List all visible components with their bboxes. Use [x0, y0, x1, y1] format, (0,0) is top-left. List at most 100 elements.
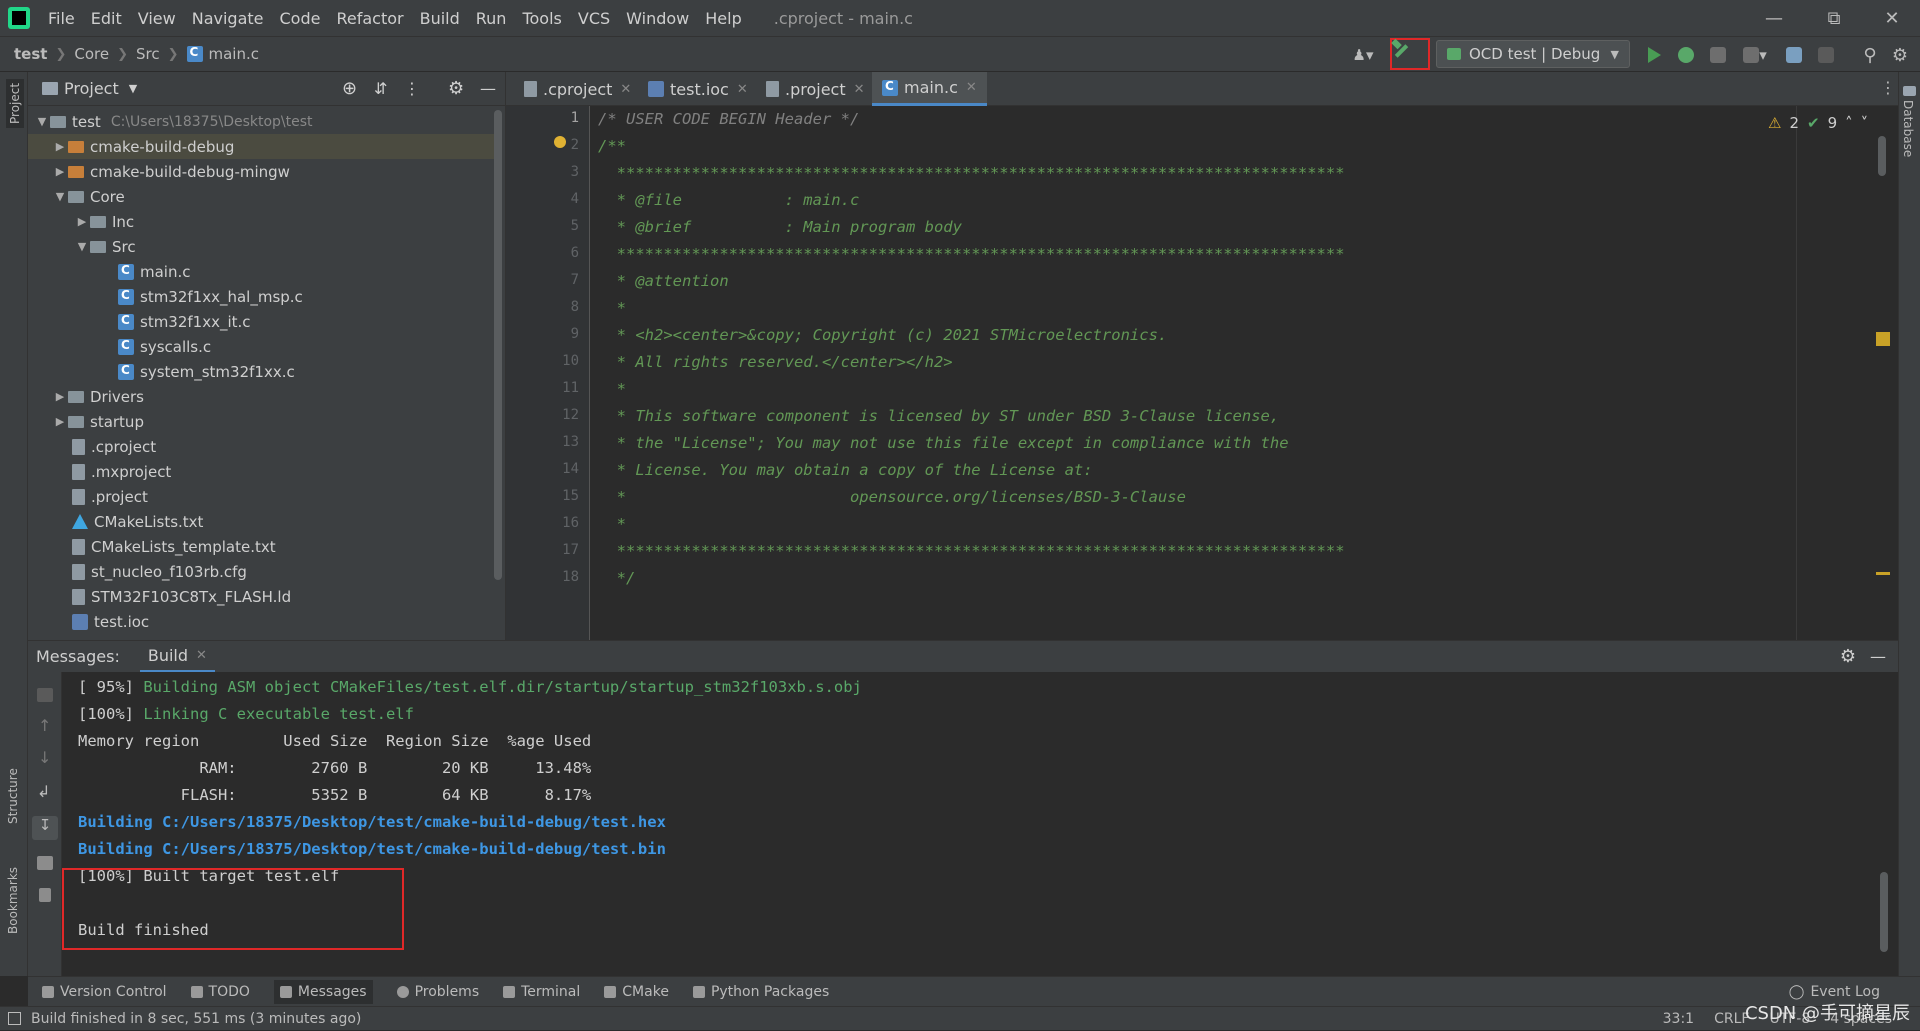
trash-icon[interactable]: [39, 888, 51, 902]
close-icon[interactable]: ✕: [620, 82, 631, 97]
chevron-right-icon[interactable]: ▶: [52, 165, 68, 178]
print-icon[interactable]: [37, 856, 53, 870]
menu-file[interactable]: File: [40, 9, 83, 28]
debug-button[interactable]: [1674, 42, 1698, 68]
tree-item-project[interactable]: .project: [28, 484, 498, 509]
build-button[interactable]: [1390, 38, 1430, 70]
menu-tools[interactable]: Tools: [514, 9, 569, 28]
panel-toggle-icon[interactable]: [8, 1012, 21, 1025]
tab-cproject[interactable]: .cproject ✕: [514, 72, 641, 106]
tree-item-drivers[interactable]: ▶ Drivers: [28, 384, 498, 409]
tree-item-cmakelists-template[interactable]: CMakeLists_template.txt: [28, 534, 498, 559]
lightbulb-icon[interactable]: [554, 136, 566, 148]
menu-vcs[interactable]: VCS: [570, 9, 618, 28]
console-scrollbar[interactable]: [1880, 872, 1888, 952]
tree-item-test-ioc[interactable]: test.ioc: [28, 609, 498, 634]
attach-button[interactable]: [1782, 42, 1806, 68]
tree-item-startup[interactable]: ▶ startup: [28, 409, 498, 434]
collapse-all-icon[interactable]: ⋮: [404, 79, 420, 98]
expand-all-icon[interactable]: ⇵: [374, 79, 387, 98]
project-scrollbar[interactable]: [494, 110, 502, 580]
settings-button[interactable]: ⚙: [1888, 42, 1912, 68]
arrow-up-icon[interactable]: ↑: [38, 716, 51, 735]
editor-scrollbar[interactable]: [1878, 136, 1886, 176]
tool-python-packages[interactable]: Python Packages: [692, 984, 829, 1000]
menu-build[interactable]: Build: [412, 9, 468, 28]
tool-problems[interactable]: Problems: [396, 984, 479, 1000]
tree-item-hal-msp[interactable]: stm32f1xx_hal_msp.c: [28, 284, 498, 309]
menu-code[interactable]: Code: [272, 9, 329, 28]
project-panel-title[interactable]: Project: [64, 79, 119, 98]
database-tool-tab[interactable]: Database: [1901, 100, 1915, 157]
chevron-down-icon[interactable]: ˅: [1861, 114, 1869, 132]
soft-wrap-icon[interactable]: ↲: [37, 782, 50, 801]
tree-item-mxproject[interactable]: .mxproject: [28, 459, 498, 484]
warning-marker[interactable]: [1876, 572, 1890, 575]
menu-window[interactable]: Window: [618, 9, 697, 28]
project-tool-tab[interactable]: Project: [6, 78, 24, 128]
breadcrumb-test[interactable]: test: [14, 45, 47, 63]
warning-marker[interactable]: [1876, 332, 1890, 346]
scroll-to-end-icon[interactable]: ↧: [32, 816, 58, 840]
tab-test-ioc[interactable]: test.ioc ✕: [638, 72, 758, 106]
build-console[interactable]: [ 95%] Building ASM object CMakeFiles/te…: [62, 672, 1888, 976]
menu-edit[interactable]: Edit: [83, 9, 130, 28]
tree-item-main-c[interactable]: main.c: [28, 259, 498, 284]
tree-item-core[interactable]: ▼ Core: [28, 184, 498, 209]
tab-project[interactable]: .project ✕: [756, 72, 875, 106]
user-icon[interactable]: ♟▾: [1346, 42, 1380, 68]
menu-run[interactable]: Run: [468, 9, 515, 28]
gear-icon[interactable]: ⚙: [1840, 646, 1856, 667]
menu-help[interactable]: Help: [697, 9, 749, 28]
status-message[interactable]: Build finished in 8 sec, 551 ms (3 minut…: [31, 1011, 361, 1027]
event-log-button[interactable]: ◯ Event Log: [1789, 984, 1880, 1000]
tool-messages[interactable]: Messages: [273, 979, 373, 1004]
arrow-down-icon[interactable]: ↓: [38, 748, 51, 767]
search-button[interactable]: ⚲: [1858, 42, 1882, 68]
coverage-button[interactable]: [1706, 42, 1730, 68]
tree-item-system-stm32[interactable]: system_stm32f1xx.c: [28, 359, 498, 384]
chevron-down-icon[interactable]: ▼: [129, 82, 137, 95]
menu-view[interactable]: View: [130, 9, 184, 28]
minimize-icon[interactable]: —: [1746, 0, 1802, 36]
close-icon[interactable]: ✕: [1864, 0, 1920, 36]
menu-navigate[interactable]: Navigate: [184, 9, 272, 28]
tree-item-cmake-build-debug[interactable]: ▶ cmake-build-debug: [28, 134, 498, 159]
tool-todo[interactable]: TODO: [190, 984, 250, 1000]
tab-main-c[interactable]: main.c ✕: [872, 72, 987, 106]
more-tabs-icon[interactable]: ⋮: [1880, 78, 1896, 97]
gear-icon[interactable]: ⚙: [448, 78, 464, 99]
hide-icon[interactable]: —: [480, 79, 496, 98]
chevron-up-icon[interactable]: ˄: [1845, 114, 1853, 132]
chevron-down-icon[interactable]: ▼: [74, 240, 90, 253]
breadcrumb-core[interactable]: Core: [74, 45, 109, 63]
tree-item-cmake-build-debug-mingw[interactable]: ▶ cmake-build-debug-mingw: [28, 159, 498, 184]
bookmarks-tool-tab[interactable]: Bookmarks: [6, 867, 20, 934]
hide-icon[interactable]: —: [1870, 647, 1886, 666]
chevron-right-icon[interactable]: ▶: [52, 415, 68, 428]
chevron-right-icon[interactable]: ▶: [52, 140, 68, 153]
close-icon[interactable]: ✕: [966, 80, 977, 95]
menu-refactor[interactable]: Refactor: [328, 9, 411, 28]
restore-icon[interactable]: ⧉: [1806, 0, 1862, 36]
tree-item-syscalls[interactable]: syscalls.c: [28, 334, 498, 359]
caret-position[interactable]: 33:1: [1663, 1011, 1694, 1027]
tree-item-nucleo-cfg[interactable]: st_nucleo_f103rb.cfg: [28, 559, 498, 584]
stop-button[interactable]: [1814, 42, 1838, 68]
breadcrumb-main-c[interactable]: main.c: [209, 45, 260, 63]
code-editor[interactable]: 1 2 3 4 5 6 7 8 9 10 11 12 13 14 15 16 1…: [506, 106, 1900, 640]
tab-build[interactable]: Build ✕: [139, 641, 215, 673]
locate-icon[interactable]: ⊕: [342, 78, 357, 99]
tree-item-inc[interactable]: ▶ Inc: [28, 209, 498, 234]
close-icon[interactable]: ✕: [196, 648, 207, 663]
tool-cmake[interactable]: CMake: [604, 984, 669, 1000]
chevron-down-icon[interactable]: ▼: [52, 190, 68, 203]
chevron-down-icon[interactable]: ▼: [34, 115, 50, 128]
close-icon[interactable]: ✕: [737, 82, 748, 97]
tree-item-cproject[interactable]: .cproject: [28, 434, 498, 459]
tool-version-control[interactable]: Version Control: [42, 984, 167, 1000]
chevron-right-icon[interactable]: ▶: [52, 390, 68, 403]
tree-item-src[interactable]: ▼ Src: [28, 234, 498, 259]
run-configuration-select[interactable]: OCD test | Debug ▼: [1436, 40, 1630, 68]
run-button[interactable]: [1642, 42, 1666, 68]
